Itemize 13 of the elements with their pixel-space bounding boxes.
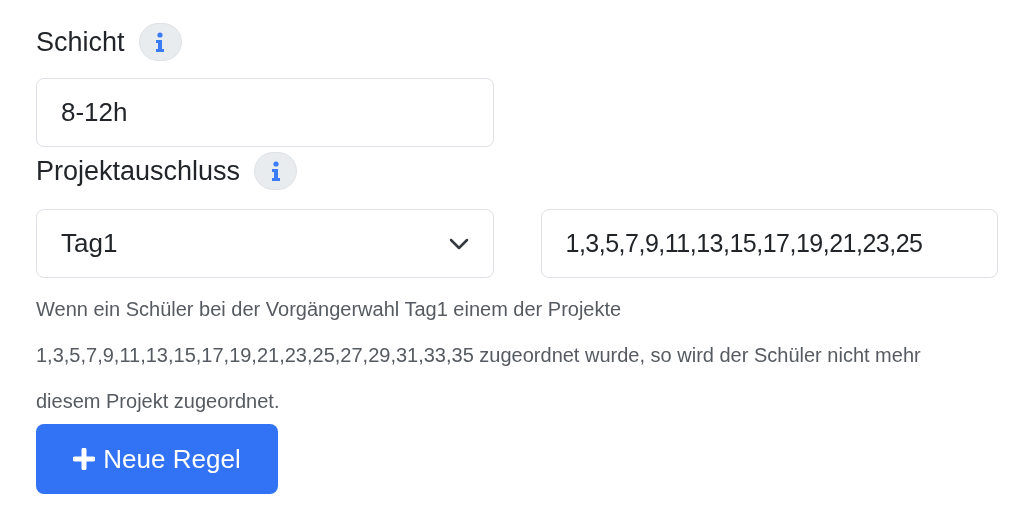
chevron-down-icon <box>448 237 469 250</box>
info-icon <box>270 161 281 181</box>
plus-icon <box>73 448 96 470</box>
field-label: Projektauschluss <box>36 157 241 185</box>
field-label: Schicht <box>36 28 125 56</box>
info-button[interactable] <box>138 23 182 61</box>
description-text: Wenn ein Schüler bei der Vorgängerwahl Tag1 einem der Projekte 1,3,5,7,9,11,13,15,17,19,21,23,25,27,29,31,33,35 zugeordnet wurde, so wird der Schüler nicht mehr diesem Projekt zugeordnet. <box>36 297 922 414</box>
input-field[interactable]: 1,3,5,7,9,11,13,15,17,19,21,23,25 <box>540 209 998 278</box>
info-icon <box>155 32 166 52</box>
dropdown[interactable]: Tag1 <box>36 209 494 278</box>
info-button[interactable] <box>254 152 298 190</box>
add-rule-button[interactable]: Neue Regel <box>36 424 278 494</box>
input-field[interactable]: 8-12h <box>36 78 494 147</box>
